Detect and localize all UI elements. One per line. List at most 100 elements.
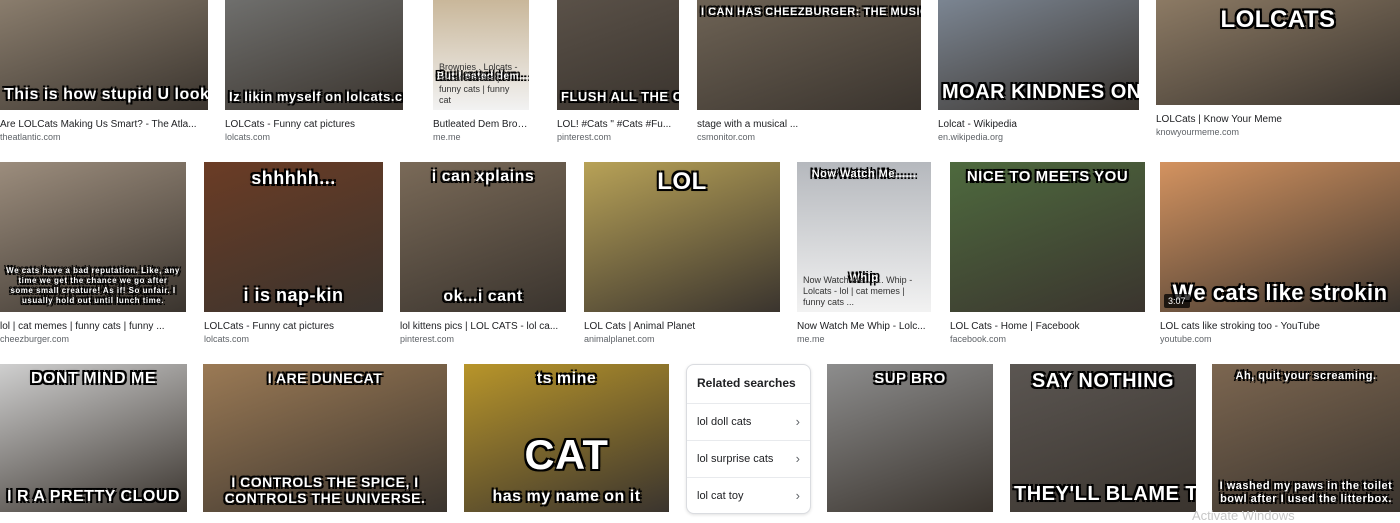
meme-caption-top: ts mine (536, 370, 597, 387)
meme-caption-top: I CAN HAS CHEEZBURGER: THE MUSICLOL! (701, 6, 921, 18)
related-search-label: lol doll cats (697, 416, 752, 428)
image-result-whip[interactable]: Now Watch Me...... Whip Now Watch Me......… (797, 162, 931, 348)
image-thumbnail[interactable]: FLUSH ALL THE CATNIP (557, 0, 679, 110)
image-thumbnail[interactable]: Iz likin myself on lolcats.com (225, 0, 403, 110)
image-result-domain: animalplanet.com (584, 334, 655, 344)
image-thumbnail[interactable]: Ah, quit your screaming. I washed my paws… (1212, 364, 1400, 512)
meme-caption-bot: THEY'LL BLAME THE DOG (1014, 483, 1196, 505)
image-result-title[interactable]: LOL! #Cats " #Cats #Fu... (557, 119, 679, 130)
image-result-title[interactable]: LOL Cats | Animal Planet (584, 321, 780, 332)
image-thumbnail[interactable]: I ARE DUNECAT I CONTROLS THE SPICE, I CON… (203, 364, 447, 512)
image-result-domain: pinterest.com (400, 334, 455, 344)
related-search-lol-cat-toy[interactable]: lol cat toy › (687, 477, 810, 513)
image-result-knowyourmeme[interactable]: LOLCATS LOLCats | Know Your Meme knowyourm… (1156, 0, 1400, 141)
image-result-atlantic[interactable]: This is how stupid U look Are LOLCats Mak… (0, 0, 208, 146)
image-thumbnail[interactable]: MOAR KINDNES ON WIKIPEDIA? (938, 0, 1139, 110)
meme-caption-bot: We cats have a bad reputation. Like, any… (6, 266, 180, 305)
image-result-napkin[interactable]: shhhhh... i is nap-kin LOLCats - Funny cat… (204, 162, 383, 348)
image-thumbnail[interactable]: ts mine CAT has my name on it (464, 364, 669, 512)
meme-caption-bot: I washed my paws in the toilet bowl afte… (1219, 480, 1393, 505)
image-result-title[interactable]: lol kittens pics | LOL CATS - lol ca... (400, 321, 566, 332)
meme-caption-top: i can xplains (431, 168, 535, 185)
image-thumbnail[interactable]: i can xplains ok...i cant (400, 162, 566, 312)
meme-caption-top: shhhhh... (251, 168, 336, 188)
image-result-domain: en.wikipedia.org (938, 132, 1004, 142)
image-result-stroking[interactable]: We cats like strokin 3:07 LOL cats like st… (1160, 162, 1400, 348)
related-search-lol-doll-cats[interactable]: lol doll cats › (687, 403, 810, 441)
meme-caption-top: DONT MIND ME (30, 370, 157, 387)
image-result-domain: theatlantic.com (0, 132, 61, 142)
meme-caption-top: SUP BRO (874, 370, 946, 387)
meme-caption-bot: We cats like strokin (1172, 280, 1388, 305)
image-result-title[interactable]: LOLCats - Funny cat pictures (225, 119, 403, 130)
image-result-title[interactable]: LOL Cats - Home | Facebook (950, 321, 1145, 332)
image-result-title[interactable]: Lolcat - Wikipedia (938, 119, 1139, 130)
image-result-butleated[interactable]: But I eated dem... Brownies . Lolcats - l… (433, 0, 529, 146)
image-thumbnail[interactable]: I CAN HAS CHEEZBURGER: THE MUSICLOL! (697, 0, 921, 110)
meme-caption-bot: Iz likin myself on lolcats.com (229, 89, 403, 104)
image-thumbnail[interactable]: But I eated dem... Brownies . Lolcats - l… (433, 0, 529, 110)
image-result-title[interactable]: LOL cats like stroking too - YouTube (1160, 321, 1400, 332)
meme-caption-bot: This is how stupid U look (4, 86, 208, 103)
image-result-domain: pinterest.com (557, 132, 612, 142)
image-thumbnail[interactable]: Now Watch Me...... Whip Now Watch Me......… (797, 162, 931, 312)
meme-caption-bot: has my name on it (492, 488, 641, 505)
image-result-dunecat[interactable]: I ARE DUNECAT I CONTROLS THE SPICE, I CON… (203, 364, 447, 512)
meme-caption-top: LOL (657, 168, 707, 195)
image-result-nicetomeet[interactable]: NICE TO MEETS YOU LOL Cats - Home | Faceb… (950, 162, 1145, 348)
image-thumbnail[interactable]: SAY NOTHING THEY'LL BLAME THE DOG (1010, 364, 1196, 512)
meme-caption-bot: MOAR KINDNES ON WIKIPEDIA? (942, 81, 1139, 103)
image-result-domain: facebook.com (950, 334, 1007, 344)
image-result-title[interactable]: Are LOLCats Making Us Smart? - The Atla.… (0, 119, 208, 130)
image-result-domain: cheezburger.com (0, 334, 70, 344)
meme-caption-bot: I R A PRETTY CLOUD (7, 488, 180, 505)
meme-caption-top: I ARE DUNECAT (267, 370, 383, 386)
video-duration-badge: 3:07 (1164, 294, 1190, 308)
image-result-supbro[interactable]: SUP BRO (827, 364, 993, 512)
image-result-caterpillar[interactable]: ts mine CAT has my name on it (464, 364, 669, 512)
meme-caption-bot: i is nap-kin (243, 285, 344, 305)
meme-caption-top: SAY NOTHING (1031, 370, 1175, 392)
image-result-cheezburger-stage[interactable]: I CAN HAS CHEEZBURGER: THE MUSICLOL! stag… (697, 0, 921, 146)
chevron-right-icon: › (795, 414, 800, 429)
image-result-xplains[interactable]: i can xplains ok...i cant lol kittens pics… (400, 162, 566, 348)
image-result-domain: lolcats.com (204, 334, 250, 344)
chevron-right-icon: › (795, 488, 800, 503)
image-thumbnail[interactable]: This is how stupid U look (0, 0, 208, 110)
image-result-title[interactable]: lol | cat memes | funny cats | funny ... (0, 321, 186, 332)
image-result-domain: me.me (797, 334, 825, 344)
image-result-title[interactable]: LOLCats - Funny cat pictures (204, 321, 383, 332)
meme-caption-top: Ah, quit your screaming. (1235, 370, 1377, 382)
image-result-domain: me.me (433, 132, 461, 142)
image-result-screaming[interactable]: Ah, quit your screaming. I washed my paws… (1212, 364, 1400, 512)
image-result-wikipedia[interactable]: MOAR KINDNES ON WIKIPEDIA? Lolcat - Wikip… (938, 0, 1139, 146)
meme-caption-top: LOLCATS (1220, 6, 1336, 33)
image-result-dontmindme[interactable]: DONT MIND ME I R A PRETTY CLOUD (0, 364, 187, 512)
image-result-title[interactable]: stage with a musical ... (697, 119, 921, 130)
image-result-flush[interactable]: FLUSH ALL THE CATNIP LOL! #Cats " #Cats #… (557, 0, 679, 146)
image-thumbnail[interactable]: NICE TO MEETS YOU (950, 162, 1145, 312)
image-result-lolcats-funny[interactable]: Iz likin myself on lolcats.com LOLCats - … (225, 0, 403, 146)
image-thumbnail[interactable]: We cats have a bad reputation. Like, any… (0, 162, 186, 312)
image-result-animalplanet[interactable]: LOL LOL Cats | Animal Planet animalplanet.… (584, 162, 780, 348)
meme-caption-mid: CAT (524, 430, 609, 478)
related-searches-title: Related searches (697, 376, 796, 390)
image-thumbnail[interactable]: LOLCATS (1156, 0, 1400, 105)
image-thumbnail[interactable]: shhhhh... i is nap-kin (204, 162, 383, 312)
image-thumbnail[interactable]: LOL (584, 162, 780, 312)
image-thumbnail[interactable]: SUP BRO (827, 364, 993, 512)
thumbnail-description: Now Watch Me........ Whip - Lolcats - lo… (803, 275, 913, 307)
related-search-label: lol cat toy (697, 490, 744, 502)
thumbnail-description: Brownies . Lolcats - lol cat memes | fun… (439, 62, 518, 105)
image-result-saynothing[interactable]: SAY NOTHING THEY'LL BLAME THE DOG (1010, 364, 1196, 512)
image-result-domain: knowyourmeme.com (1156, 127, 1240, 137)
image-result-title[interactable]: Butleated Dem Brownie... (433, 119, 529, 130)
related-search-lol-surprise-cats[interactable]: lol surprise cats › (687, 440, 810, 478)
image-thumbnail[interactable]: DONT MIND ME I R A PRETTY CLOUD (0, 364, 187, 512)
image-result-title[interactable]: Now Watch Me Whip - Lolc... (797, 321, 931, 332)
related-search-label: lol surprise cats (697, 453, 774, 465)
meme-caption-top: NICE TO MEETS YOU (966, 168, 1129, 185)
image-result-title[interactable]: LOLCats | Know Your Meme (1156, 114, 1400, 125)
image-result-cheezburger-memes[interactable]: We cats have a bad reputation. Like, any… (0, 162, 186, 348)
image-thumbnail[interactable]: We cats like strokin 3:07 (1160, 162, 1400, 312)
